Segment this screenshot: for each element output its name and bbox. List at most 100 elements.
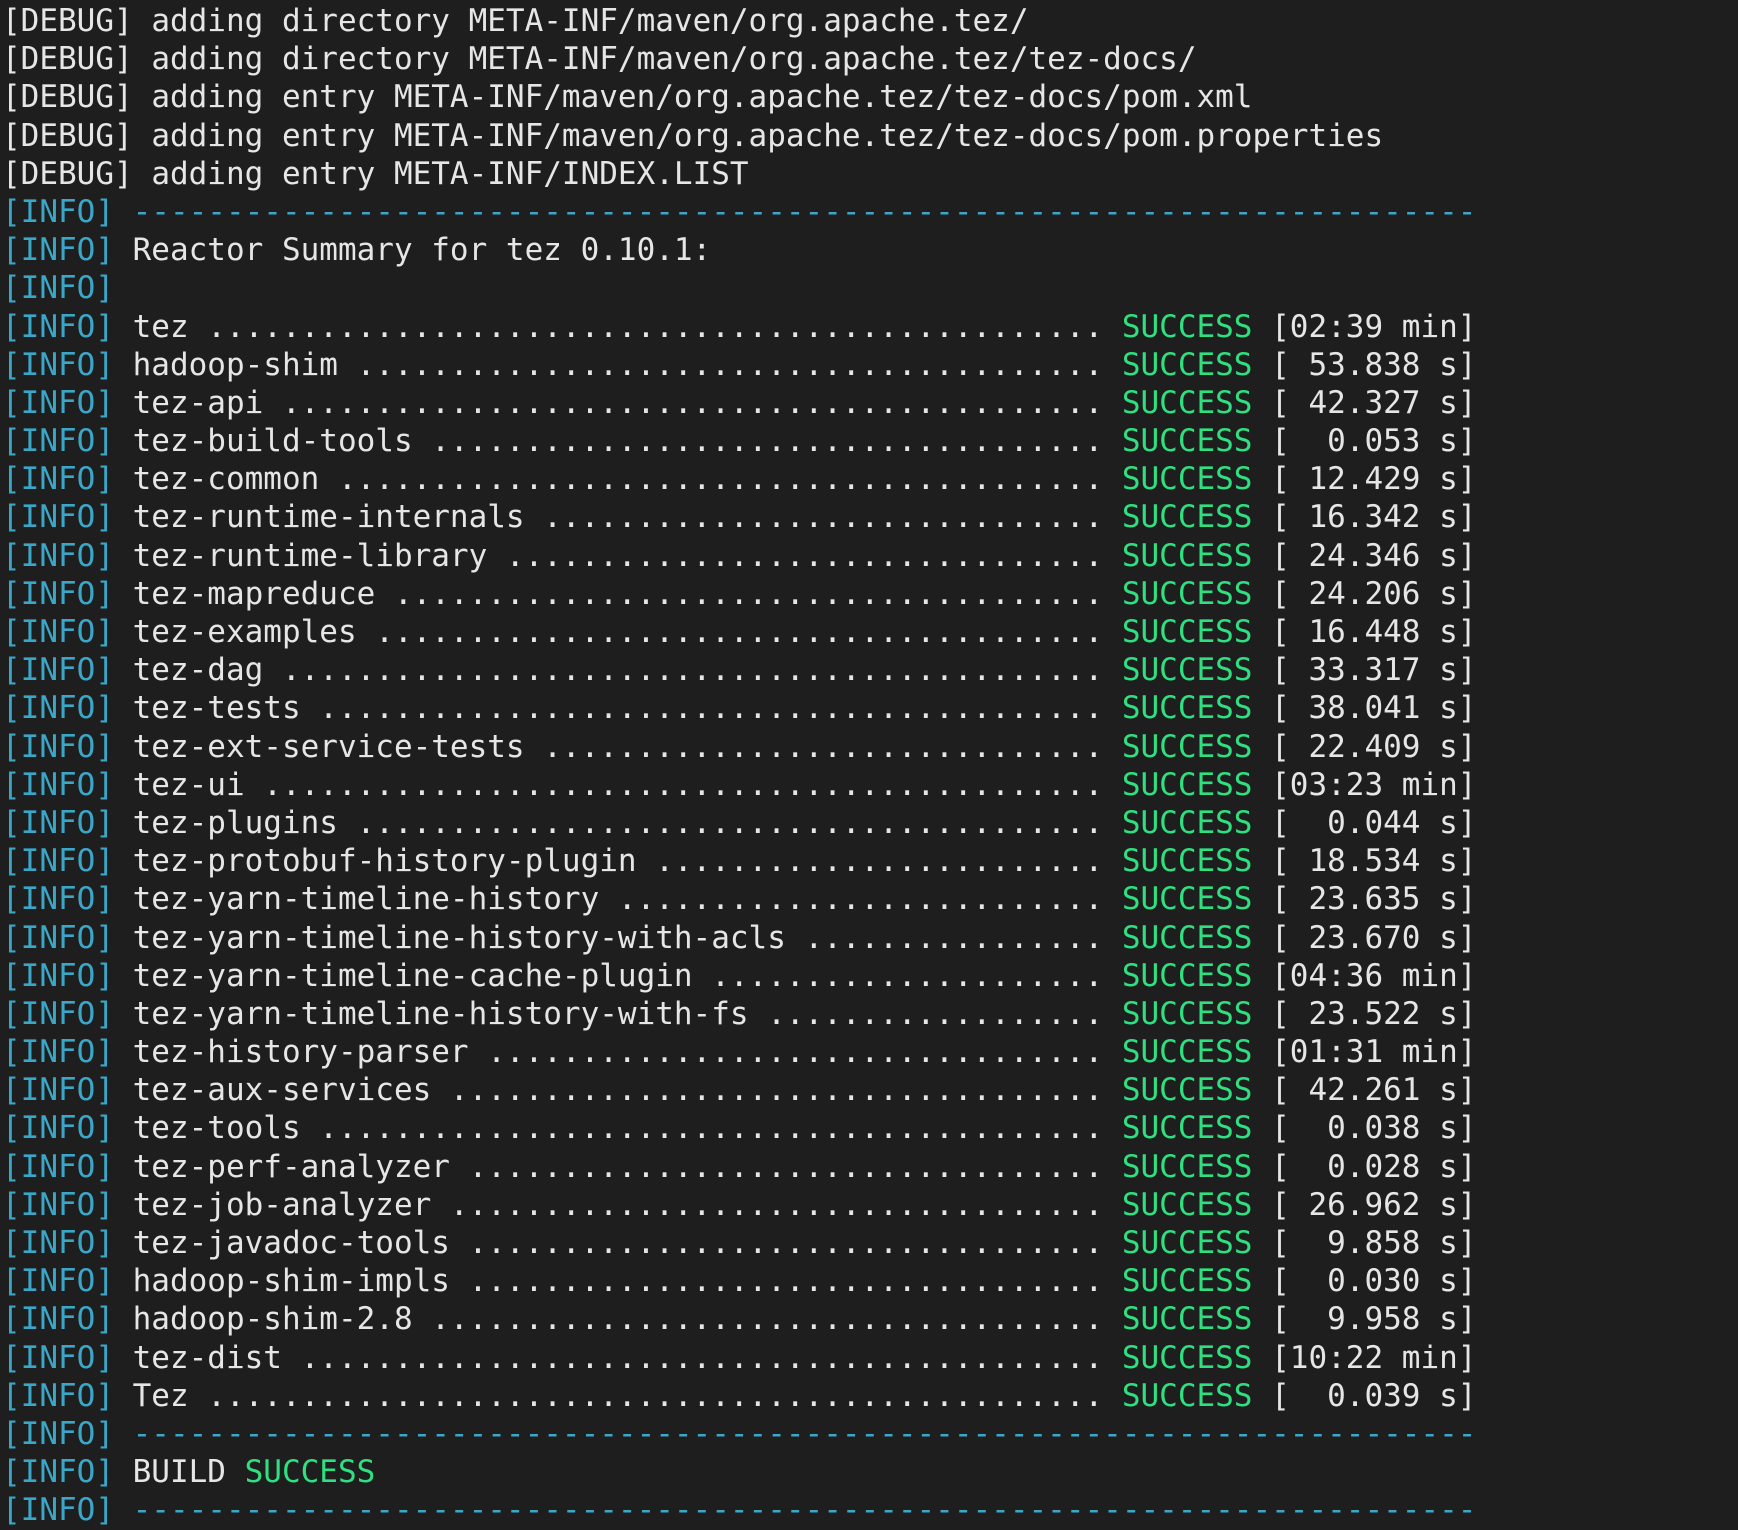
info-tag: [INFO] [2, 1377, 114, 1414]
module-time: [ 12.429 s] [1252, 461, 1477, 498]
info-tag: [INFO] [2, 957, 114, 994]
debug-text: adding entry META-INF/maven/org.apache.t… [132, 79, 1253, 116]
module-name: tez ....................................… [113, 308, 1122, 345]
module-time: [ 9.858 s] [1252, 1225, 1477, 1261]
module-row: [INFO] tez-yarn-timeline-history-with-ac… [2, 919, 1738, 957]
module-name: Tez ....................................… [113, 1377, 1122, 1414]
module-status: SUCCESS [1121, 308, 1253, 345]
module-row: [INFO] tez-examples ....................… [2, 613, 1738, 651]
module-row: [INFO] tez-api .........................… [2, 384, 1738, 422]
debug-tag: [DEBUG] [2, 79, 133, 116]
info-tag: [INFO] [2, 843, 114, 880]
build-status: SUCCESS [244, 1454, 376, 1491]
blank-info-line: [INFO] [2, 269, 1738, 307]
module-status: SUCCESS [1121, 728, 1253, 765]
info-tag: [INFO] [2, 919, 114, 956]
debug-text: adding directory META-INF/maven/org.apac… [132, 3, 1029, 39]
debug-tag: [DEBUG] [2, 3, 133, 39]
module-time: [ 0.044 s] [1252, 804, 1477, 841]
module-status: SUCCESS [1121, 1263, 1253, 1300]
module-time: [01:31 min] [1252, 1034, 1477, 1071]
module-name: tez-job-analyzer .......................… [113, 1186, 1122, 1223]
info-tag: [INFO] [2, 537, 114, 574]
info-tag: [INFO] [2, 499, 114, 536]
separator-dashes: ----------------------------------------… [113, 1415, 1477, 1452]
module-status: SUCCESS [1121, 537, 1253, 574]
module-name: tez-runtime-internals ..................… [113, 499, 1122, 536]
info-tag: [INFO] [2, 1110, 114, 1147]
info-tag: [INFO] [2, 1186, 114, 1223]
module-status: SUCCESS [1121, 384, 1253, 421]
info-tag: [INFO] [2, 690, 114, 727]
module-time: [03:23 min] [1252, 766, 1477, 803]
info-tag: [INFO] [2, 614, 114, 650]
module-status: SUCCESS [1121, 346, 1253, 383]
separator-dashes: ----------------------------------------… [113, 193, 1477, 230]
module-name: tez-dag ................................… [113, 652, 1122, 689]
module-row: [INFO] tez-tests .......................… [2, 689, 1738, 727]
debug-line: [DEBUG] adding entry META-INF/maven/org.… [2, 78, 1738, 116]
module-time: [ 0.039 s] [1252, 1377, 1477, 1414]
reactor-summary-title: Reactor Summary for tez 0.10.1: [113, 232, 712, 269]
build-result-line: [INFO] BUILD SUCCESS [2, 1453, 1738, 1491]
module-time: [ 0.053 s] [1252, 423, 1477, 460]
module-name: tez-ext-service-tests ..................… [113, 728, 1122, 765]
info-tag: [INFO] [2, 1148, 114, 1185]
module-status: SUCCESS [1121, 843, 1253, 880]
info-tag: [INFO] [2, 995, 114, 1032]
separator-line: [INFO] ---------------------------------… [2, 193, 1738, 231]
module-time: [ 9.958 s] [1252, 1301, 1477, 1338]
info-tag: [INFO] [2, 461, 114, 498]
module-row: [INFO] hadoop-shim-2.8 .................… [2, 1300, 1738, 1338]
terminal-window: [DEBUG] adding directory META-INF/maven/… [0, 0, 1738, 1528]
module-row: [INFO] tez-yarn-timeline-cache-plugin ..… [2, 957, 1738, 995]
module-name: tez-yarn-timeline-history ..............… [113, 881, 1122, 918]
module-name: tez-yarn-timeline-cache-plugin .........… [113, 957, 1122, 994]
module-name: tez-build-tools ........................… [113, 423, 1122, 460]
separator-dashes: ----------------------------------------… [113, 1492, 1477, 1529]
module-time: [ 16.448 s] [1252, 614, 1477, 650]
info-tag: [INFO] [2, 881, 114, 918]
debug-line: [DEBUG] adding directory META-INF/maven/… [2, 2, 1738, 40]
module-name: tez-tools ..............................… [113, 1110, 1122, 1147]
module-time: [ 33.317 s] [1252, 652, 1477, 689]
debug-text: adding entry META-INF/maven/org.apache.t… [132, 117, 1384, 154]
module-name: tez-runtime-library ....................… [113, 537, 1122, 574]
module-status: SUCCESS [1121, 766, 1253, 803]
module-name: tez-ui .................................… [113, 766, 1122, 803]
debug-text: adding directory META-INF/maven/org.apac… [132, 41, 1197, 78]
module-row: [INFO] tez-history-parser ..............… [2, 1033, 1738, 1071]
info-tag: [INFO] [2, 1415, 114, 1452]
info-tag: [INFO] [2, 232, 114, 269]
module-name: tez-javadoc-tools ......................… [113, 1225, 1122, 1261]
info-tag: [INFO] [2, 575, 114, 612]
module-row: [INFO] tez-javadoc-tools ...............… [2, 1224, 1738, 1262]
module-status: SUCCESS [1121, 919, 1253, 956]
module-row: [INFO] tez-dag .........................… [2, 651, 1738, 689]
info-tag: [INFO] [2, 270, 114, 307]
module-row: [INFO] hadoop-shim-impls ...............… [2, 1262, 1738, 1300]
module-name: tez-dist ...............................… [113, 1339, 1122, 1376]
info-tag: [INFO] [2, 346, 114, 383]
module-time: [02:39 min] [1252, 308, 1477, 345]
module-status: SUCCESS [1121, 881, 1253, 918]
separator-line: [INFO] ---------------------------------… [2, 1491, 1738, 1529]
module-name: hadoop-shim ............................… [113, 346, 1122, 383]
module-row: [INFO] tez-job-analyzer ................… [2, 1186, 1738, 1224]
module-row: [INFO] tez-runtime-internals ...........… [2, 498, 1738, 536]
module-time: [ 42.261 s] [1252, 1072, 1477, 1109]
module-name: tez-tests ..............................… [113, 690, 1122, 727]
module-time: [ 0.028 s] [1252, 1148, 1477, 1185]
module-status: SUCCESS [1121, 614, 1253, 650]
module-time: [ 23.670 s] [1252, 919, 1477, 956]
module-time: [ 24.346 s] [1252, 537, 1477, 574]
info-tag: [INFO] [2, 308, 114, 345]
module-row: [INFO] tez-protobuf-history-plugin .....… [2, 842, 1738, 880]
debug-line: [DEBUG] adding entry META-INF/INDEX.LIST [2, 155, 1738, 193]
module-row: [INFO] tez-yarn-timeline-history-with-fs… [2, 995, 1738, 1033]
module-time: [ 23.635 s] [1252, 881, 1477, 918]
module-list: [INFO] tez .............................… [2, 308, 1738, 1415]
info-tag: [INFO] [2, 1301, 114, 1338]
info-tag: [INFO] [2, 1225, 114, 1261]
module-name: hadoop-shim-2.8 ........................… [113, 1301, 1122, 1338]
